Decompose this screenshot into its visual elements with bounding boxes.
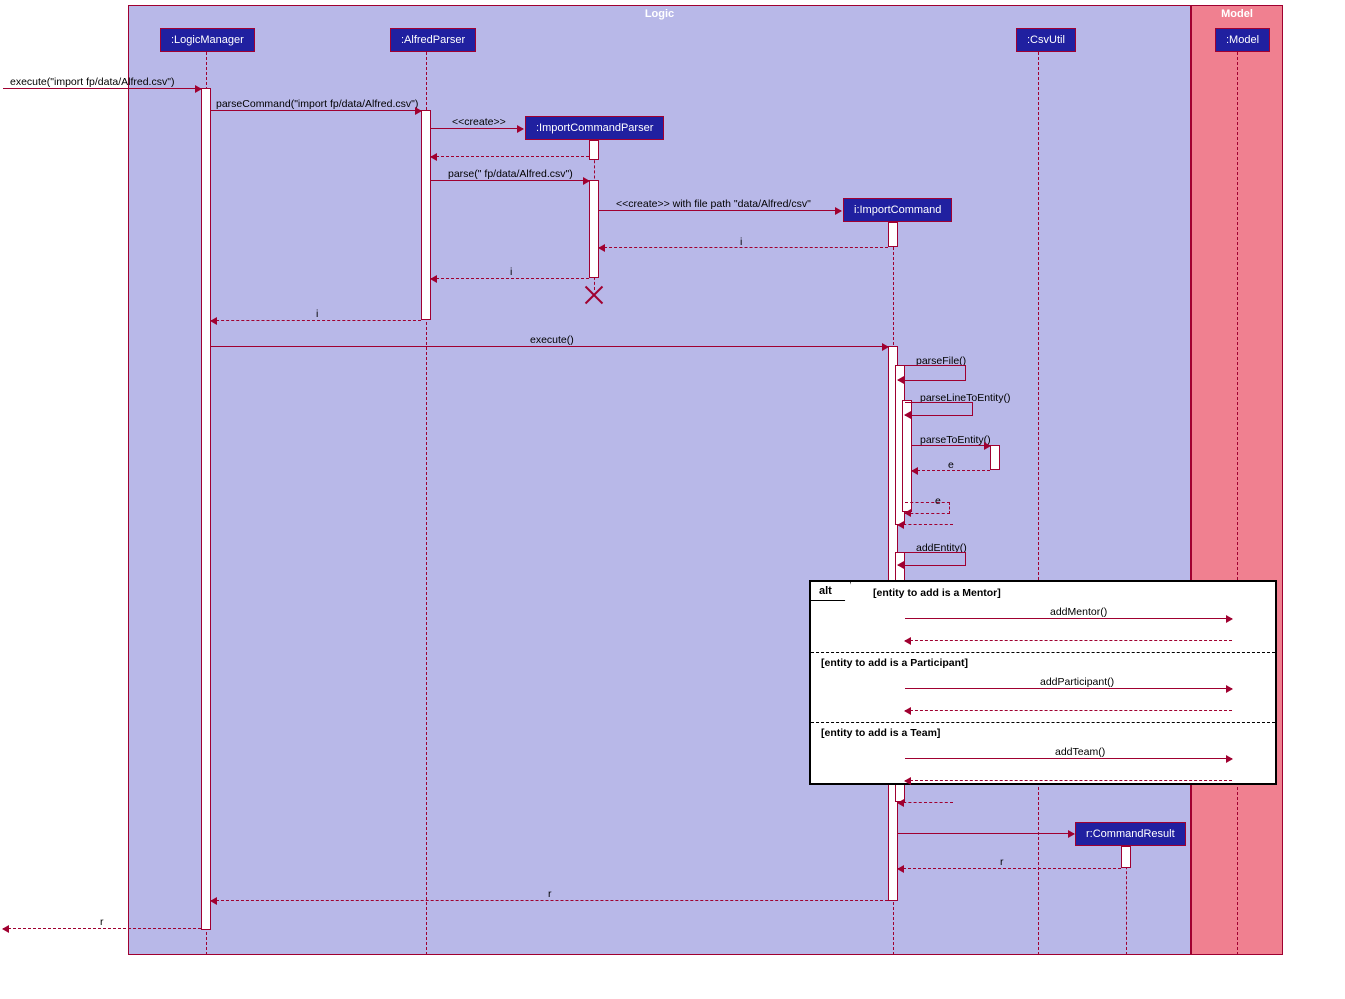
participant-alfred-parser: :AlfredParser: [390, 28, 476, 52]
msg-add-mentor: addMentor(): [1050, 606, 1107, 618]
activation-alfred-parser: [421, 110, 431, 320]
alt-div-1: [811, 652, 1275, 653]
activation-icp-2: [589, 180, 599, 278]
arrow-parse-line: [905, 402, 973, 416]
msg-parse-command: parseCommand("import fp/data/Alfred.csv"…: [216, 98, 418, 110]
arrow-parse: [431, 180, 589, 181]
participant-command-result: r:CommandResult: [1075, 822, 1186, 846]
activation-icp-1: [589, 140, 599, 160]
arrow-parse-to-entity: [912, 445, 990, 446]
arrow-pf-ret: [898, 524, 953, 525]
arrow-create1-ret: [431, 156, 589, 157]
lifeline-csv-util: [1038, 52, 1039, 955]
msg-ret-r3: r: [100, 916, 104, 928]
alt-div-2: [811, 722, 1275, 723]
msg-add-team: addTeam(): [1055, 746, 1105, 758]
participant-model: :Model: [1215, 28, 1270, 52]
msg-ret-r2: r: [548, 888, 552, 900]
arrow-add-mentor: [905, 618, 1232, 619]
arrow-execute-import: [3, 88, 201, 89]
arrow-parse-file: [898, 365, 966, 381]
arrow-create-ic: [599, 210, 841, 211]
arrow-parse-command: [211, 110, 421, 111]
participant-logic-manager: :LogicManager: [160, 28, 255, 52]
model-frame-title: Model: [1221, 8, 1253, 20]
participant-import-command-parser: :ImportCommandParser: [525, 116, 664, 140]
lifeline-model: [1237, 52, 1238, 955]
msg-ret-i3: i: [316, 308, 318, 320]
arrow-ret-r1: [898, 868, 1121, 869]
logic-frame-title: Logic: [645, 8, 674, 20]
arrow-create1: [431, 128, 523, 129]
destroy-icon: [585, 283, 603, 301]
arrow-add-team-ret: [905, 780, 1232, 781]
participant-import-command: i:ImportCommand: [843, 198, 952, 222]
activation-cr: [1121, 846, 1131, 868]
msg-parse: parse(" fp/data/Alfred.csv"): [448, 168, 573, 180]
arrow-ret-e2: [905, 502, 950, 514]
activation-ic-1: [888, 222, 898, 247]
alt-label: alt: [811, 582, 851, 601]
arrow-add-team: [905, 758, 1232, 759]
msg-ret-r1: r: [1000, 856, 1004, 868]
alt-guard-1: [entity to add is a Mentor]: [873, 587, 1001, 599]
arrow-ret-i1: [599, 247, 888, 248]
arrow-ret-i3: [211, 320, 421, 321]
arrow-add-entity: [898, 552, 966, 566]
arrow-ret-e1: [912, 470, 990, 471]
arrow-ret-r3: [3, 928, 201, 929]
arrow-create-cr: [898, 833, 1074, 834]
participant-csv-util: :CsvUtil: [1016, 28, 1076, 52]
arrow-add-mentor-ret: [905, 640, 1232, 641]
msg-create1: <<create>>: [452, 116, 506, 128]
arrow-ret-r2: [211, 900, 888, 901]
arrow-ret-i2: [431, 278, 589, 279]
arrow-execute: [211, 346, 888, 347]
msg-execute-import: execute("import fp/data/Alfred.csv"): [10, 76, 174, 88]
arrow-add-participant: [905, 688, 1232, 689]
msg-add-participant: addParticipant(): [1040, 676, 1114, 688]
alt-guard-3: [entity to add is a Team]: [821, 727, 940, 739]
activation-logic-manager: [201, 88, 211, 930]
arrow-add-participant-ret: [905, 710, 1232, 711]
msg-ret-i2: i: [510, 266, 512, 278]
arrow-addent-ret: [898, 802, 953, 803]
activation-csv-parse: [990, 445, 1000, 470]
logic-frame: Logic: [128, 5, 1191, 955]
msg-execute: execute(): [530, 334, 574, 346]
alt-guard-2: [entity to add is a Participant]: [821, 657, 968, 669]
msg-create-with-path: <<create>> with file path "data/Alfred/c…: [616, 198, 811, 210]
